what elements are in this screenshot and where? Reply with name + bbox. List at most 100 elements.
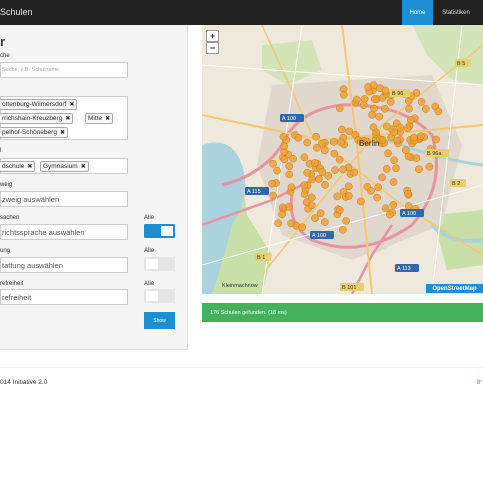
school-marker[interactable] [333, 192, 341, 201]
school-marker[interactable] [344, 182, 353, 191]
school-marker[interactable] [432, 135, 440, 144]
school-marker[interactable] [339, 225, 347, 234]
school-marker[interactable] [389, 178, 398, 186]
school-marker[interactable] [374, 183, 382, 191]
school-marker[interactable] [278, 210, 286, 219]
footer-link[interactable]: Ir [477, 379, 481, 386]
school-marker[interactable] [381, 104, 389, 113]
school-marker[interactable] [369, 81, 378, 90]
school-type-tag[interactable]: Gymnasium ✖ [40, 161, 89, 172]
zoom-in-button[interactable]: + [206, 30, 219, 42]
school-marker[interactable] [294, 134, 303, 142]
school-marker[interactable] [337, 125, 346, 134]
school-marker[interactable] [316, 209, 325, 217]
district-tag[interactable]: ottenburg-Wilmersdorf ✖ [0, 99, 78, 110]
school-marker[interactable] [303, 138, 311, 147]
school-marker[interactable] [268, 179, 276, 188]
school-marker[interactable] [416, 132, 425, 140]
remove-tag-icon[interactable]: ✖ [81, 163, 86, 170]
school-marker[interactable] [404, 152, 413, 161]
school-marker[interactable] [269, 191, 277, 200]
school-marker[interactable] [300, 190, 309, 198]
school-map[interactable]: Berlin Kleinmachnow A 100 A 100 A 115 A 100 A … [202, 25, 483, 294]
school-marker[interactable] [298, 223, 306, 231]
school-marker[interactable] [329, 138, 338, 146]
remove-tag-icon[interactable]: ✖ [105, 115, 110, 122]
school-marker[interactable] [412, 154, 421, 162]
school-type-select[interactable]: dschule ✖ Gymnasium ✖ [0, 158, 128, 174]
school-marker[interactable] [373, 193, 381, 202]
school-marker[interactable] [405, 105, 413, 113]
school-marker[interactable] [320, 146, 329, 155]
school-marker[interactable] [369, 123, 378, 131]
school-marker[interactable] [389, 200, 398, 209]
school-marker[interactable] [350, 168, 358, 177]
school-marker[interactable] [303, 168, 311, 177]
school-type-tag[interactable]: dschule ✖ [0, 161, 36, 172]
school-marker[interactable] [311, 159, 319, 167]
equipment-all-toggle[interactable] [144, 257, 175, 271]
school-marker[interactable] [359, 101, 368, 109]
language-all-toggle[interactable] [144, 224, 175, 238]
zoom-out-button[interactable]: − [206, 42, 219, 54]
school-marker[interactable] [336, 206, 344, 214]
school-marker[interactable] [321, 181, 329, 189]
language-select[interactable]: richtssprache auswählen [0, 224, 128, 240]
school-marker[interactable] [404, 189, 412, 198]
osm-attribution-link[interactable]: OpenStreetMap [426, 284, 483, 293]
school-marker[interactable] [302, 198, 311, 206]
school-marker[interactable] [308, 175, 316, 184]
district-select[interactable]: ottenburg-Wilmersdorf ✖ rrichshain-Kreuzb… [0, 96, 128, 140]
school-marker[interactable] [280, 155, 289, 164]
school-marker[interactable] [381, 86, 390, 95]
school-marker[interactable] [313, 143, 321, 152]
remove-tag-icon[interactable]: ✖ [60, 129, 65, 136]
school-marker[interactable] [410, 133, 418, 142]
school-marker[interactable] [339, 165, 347, 174]
nav-statistics-link[interactable]: Statistiken [435, 0, 477, 25]
school-marker[interactable] [300, 153, 309, 162]
school-marker[interactable] [342, 217, 350, 225]
school-marker[interactable] [312, 132, 320, 141]
school-marker[interactable] [274, 219, 282, 227]
nav-home-link[interactable]: Home [402, 0, 433, 25]
school-marker[interactable] [331, 166, 339, 174]
school-marker[interactable] [383, 122, 391, 131]
school-marker[interactable] [287, 183, 296, 191]
school-marker[interactable] [378, 136, 387, 144]
school-marker[interactable] [335, 155, 344, 164]
school-marker[interactable] [330, 149, 339, 158]
school-marker[interactable] [273, 166, 281, 175]
school-marker[interactable] [278, 203, 287, 212]
barrier-all-toggle[interactable] [144, 289, 175, 303]
branch-select[interactable]: zweig auswählen [0, 191, 128, 207]
school-marker[interactable] [381, 204, 390, 213]
school-marker[interactable] [404, 202, 413, 210]
school-marker[interactable] [385, 210, 394, 219]
school-marker[interactable] [336, 138, 345, 147]
school-marker[interactable] [321, 218, 329, 226]
school-marker[interactable] [280, 142, 288, 151]
school-marker[interactable] [375, 112, 383, 121]
remove-tag-icon[interactable]: ✖ [69, 101, 74, 108]
school-marker[interactable] [386, 98, 395, 106]
school-marker[interactable] [367, 186, 375, 195]
school-marker[interactable] [392, 164, 400, 173]
district-tag[interactable]: pelhof-Schöneberg ✖ [0, 127, 68, 138]
remove-tag-icon[interactable]: ✖ [65, 115, 70, 122]
school-marker[interactable] [378, 94, 387, 102]
school-marker[interactable] [378, 173, 386, 182]
school-marker[interactable] [421, 105, 430, 113]
school-marker[interactable] [415, 165, 423, 174]
school-marker[interactable] [390, 156, 398, 164]
school-marker[interactable] [315, 175, 323, 183]
search-input[interactable]: Suche, z.B. Schulname [0, 62, 128, 78]
school-marker[interactable] [384, 149, 392, 158]
school-marker[interactable] [345, 192, 353, 200]
show-button[interactable]: Show [144, 312, 175, 329]
school-marker[interactable] [390, 128, 398, 137]
school-marker[interactable] [285, 170, 293, 179]
school-marker[interactable] [300, 181, 308, 189]
school-marker[interactable] [434, 107, 443, 116]
school-marker[interactable] [370, 104, 378, 113]
